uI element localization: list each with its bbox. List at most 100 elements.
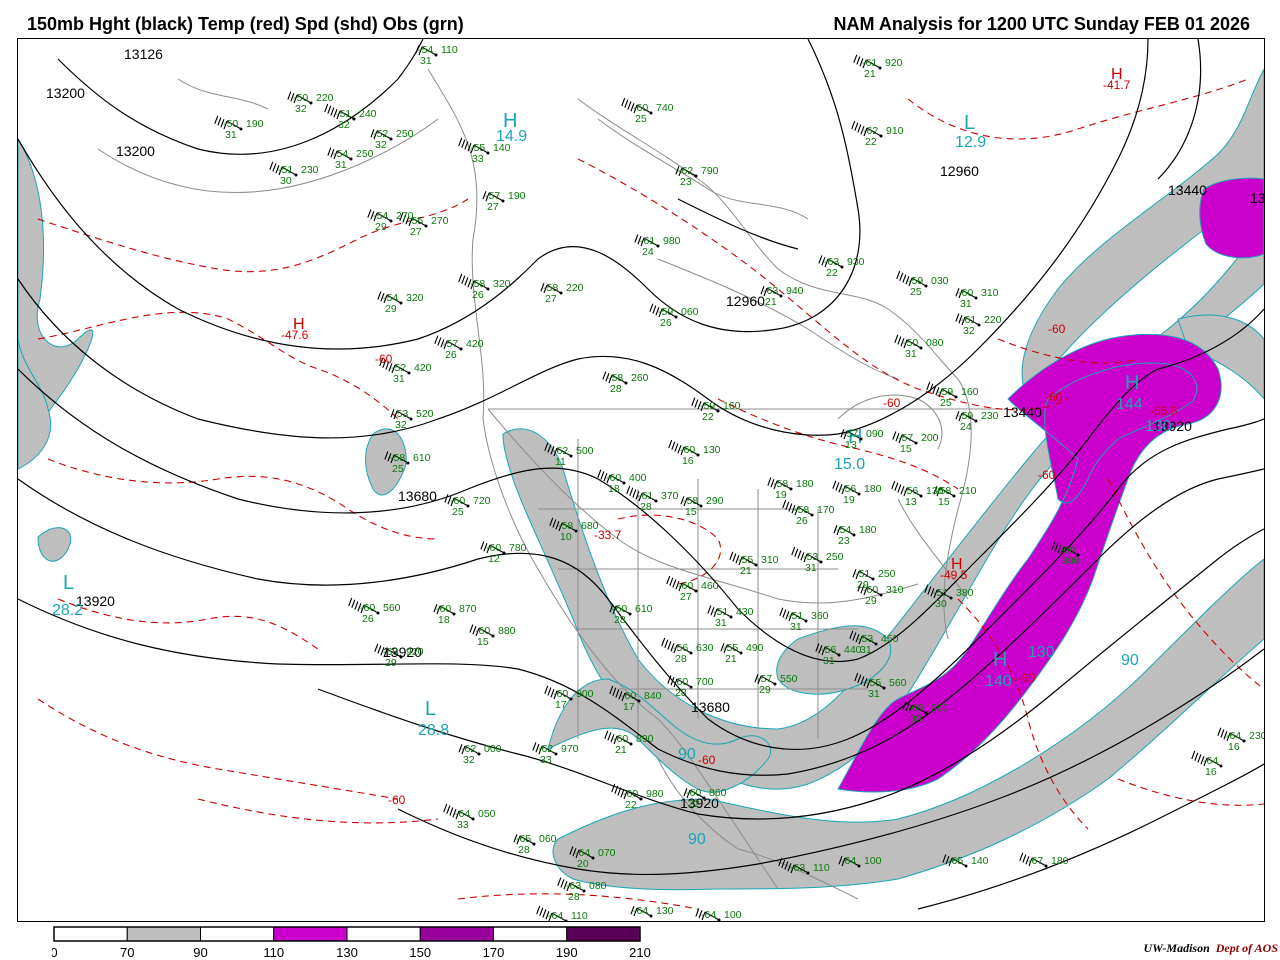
low-value: 28.8 [418, 722, 449, 739]
station-plot: -5715200 [898, 432, 939, 455]
obs-dewpoint: 19 [843, 494, 855, 506]
legend-bin [566, 926, 641, 942]
station-plot: -5713090 [843, 428, 884, 451]
station-dot [879, 593, 883, 597]
obs-temperature: -64 [701, 909, 716, 921]
station-plot: -64 100 [701, 909, 742, 921]
station-dot [471, 817, 475, 821]
obs-height: 060 [539, 833, 557, 845]
obs-dewpoint: 21 [765, 296, 777, 308]
station-plot: -6025720 [450, 495, 491, 518]
obs-dewpoint: 26 [472, 289, 484, 301]
obs-height: 370 [661, 490, 679, 502]
station-dot [804, 619, 808, 623]
obs-height: 450 [881, 633, 899, 645]
map-panel: 13126 13200 13200 12960 12960 13440 1344… [17, 38, 1265, 922]
obs-dewpoint: 18 [608, 483, 620, 495]
station-plot: -6328080 [566, 880, 607, 903]
height-label: 13680 [691, 699, 730, 715]
obs-height: 030 [931, 275, 949, 287]
obs-height: 110 [441, 44, 458, 56]
obs-height: 320 [493, 278, 511, 290]
obs-height: 940 [786, 285, 804, 297]
station-dot [739, 651, 743, 655]
obs-temperature: -67 [1028, 855, 1043, 867]
obs-temperature: -64 [548, 910, 563, 921]
obs-height: 000 [484, 743, 502, 755]
obs-dewpoint: 23 [838, 535, 850, 547]
station-dot [501, 199, 505, 203]
height-label: 13200 [46, 85, 85, 101]
high-value: -41.7 [1103, 78, 1131, 92]
station-dot [924, 284, 928, 288]
station-dot [434, 53, 438, 57]
obs-dewpoint: 26 [362, 613, 374, 625]
obs-height: 090 [866, 428, 884, 440]
station-dot [878, 66, 882, 70]
station-dot [674, 315, 678, 319]
obs-dewpoint: 31 [420, 55, 432, 67]
speed-legend: 0 70 90 110 130 150 170 190 210 [52, 926, 651, 959]
station-dot [919, 346, 923, 350]
obs-height: 170 [817, 504, 835, 516]
obs-height: 080 [931, 702, 949, 714]
station-dot [949, 596, 953, 600]
obs-dewpoint: 24 [960, 421, 972, 433]
station-dot [502, 551, 506, 555]
speed-label: 90 [678, 746, 696, 763]
station-plot: -5231420 [391, 362, 432, 385]
station-dot [486, 151, 490, 155]
high-marker: H [993, 649, 1007, 671]
obs-dewpoint: 25 [452, 506, 464, 518]
obs-height: 050 [478, 808, 496, 820]
station-dot [819, 560, 823, 564]
height-label: 12960 [940, 163, 979, 179]
obs-dewpoint: 29 [385, 657, 397, 669]
obs-dewpoint: 29 [759, 684, 771, 696]
station-dot [624, 381, 628, 385]
obs-height: 720 [473, 495, 491, 507]
obs-dewpoint: 27 [487, 201, 499, 213]
obs-height: 430 [736, 606, 754, 618]
station-dot [852, 533, 856, 537]
obs-height: 980 [646, 788, 664, 800]
obs-height: 380 [956, 587, 974, 599]
station-plot: -6029310 [863, 584, 904, 607]
height-label: 12960 [726, 293, 765, 309]
station-dot [389, 137, 393, 141]
station-plot: -6322930 [824, 256, 865, 279]
temp-label: -60 [388, 793, 406, 807]
station-dot [486, 287, 490, 291]
station-plot: -67 180 [1028, 855, 1069, 868]
station-dot [974, 419, 978, 423]
obs-dewpoint: 22 [702, 411, 714, 423]
obs-height: 080 [926, 337, 944, 349]
station-plot: -5131360 [788, 610, 829, 633]
obs-dewpoint: 22 [865, 136, 877, 148]
obs-dewpoint: 16 [682, 455, 694, 467]
obs-height: 160 [961, 386, 979, 398]
station-plot: -5132240 [336, 108, 377, 131]
obs-dewpoint: 29 [375, 221, 387, 233]
station-dot [871, 577, 875, 581]
station-dot [491, 634, 495, 638]
station-plot: -5527270 [408, 215, 449, 238]
obs-height: 250 [826, 551, 844, 563]
obs-height: 060 [681, 306, 699, 318]
station-plot: -6233970 [538, 743, 579, 766]
legend-bin [346, 926, 421, 942]
credit-line: UW-Madison Dept of AOS [1144, 941, 1278, 956]
height-label: 13680 [398, 488, 437, 504]
station-dot [649, 111, 653, 115]
station-plot: -65 140 [948, 855, 989, 868]
station-plot: -5619180 [841, 483, 882, 506]
speed-label: 90 [1121, 652, 1139, 669]
temp-label: -55.6 [1150, 404, 1178, 418]
credit-org: UW-Madison [1143, 941, 1210, 955]
obs-height: 190 [246, 118, 264, 130]
obs-dewpoint: 31 [805, 562, 817, 574]
station-plot: -6121920 [862, 57, 903, 80]
height-label: 13680 [1250, 190, 1264, 206]
station-dot [694, 589, 698, 593]
obs-height: 870 [459, 603, 477, 615]
